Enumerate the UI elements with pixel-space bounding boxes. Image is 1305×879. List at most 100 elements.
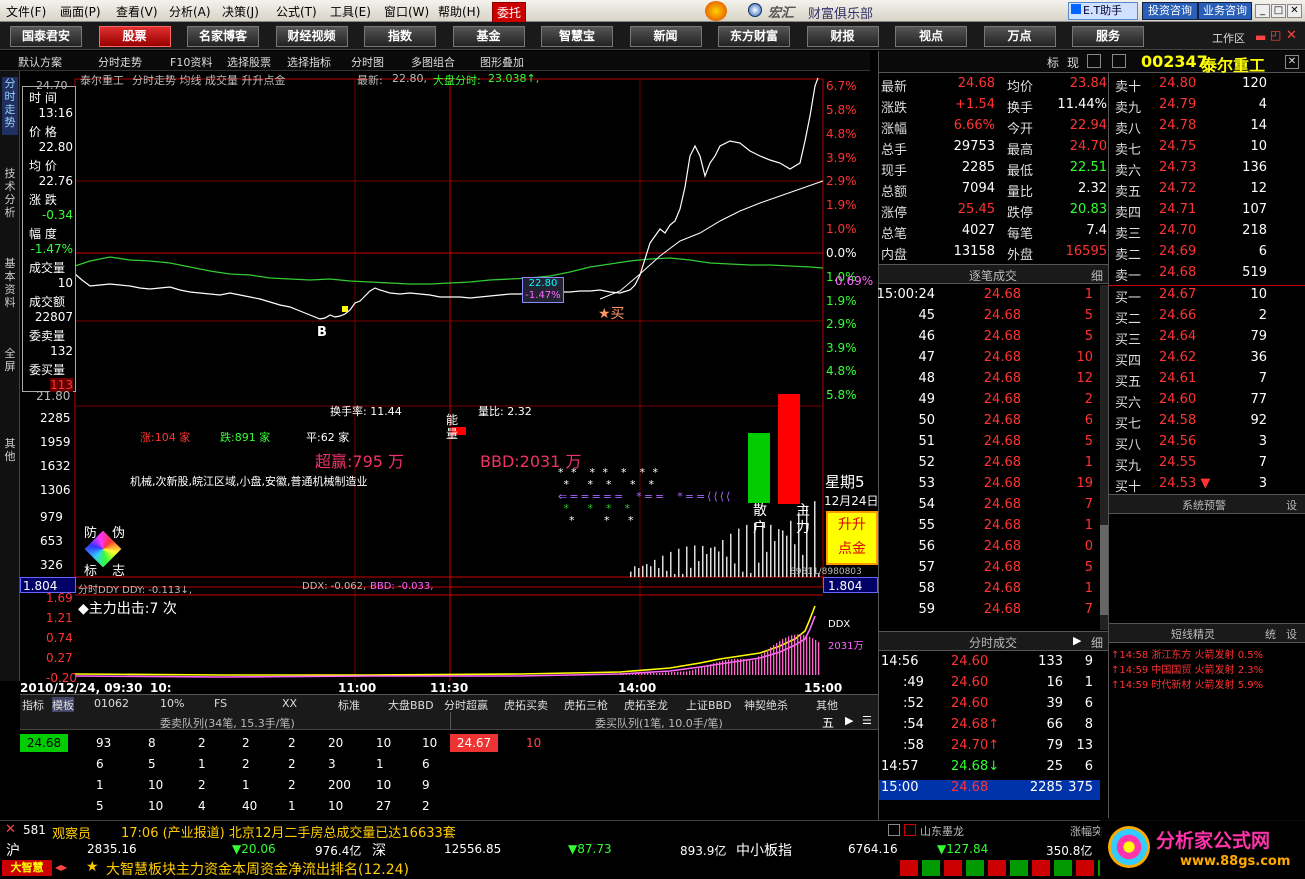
queue-menu-icon[interactable]: ☰ xyxy=(862,714,872,727)
toolbar-restore-icon[interactable]: ◰ xyxy=(1270,28,1281,42)
tab-fundamental[interactable]: 基本资料 xyxy=(2,257,18,315)
tick-time: 53 xyxy=(918,476,935,491)
news-toggle-1[interactable] xyxy=(888,824,900,836)
indicator-tab-5[interactable]: XX xyxy=(282,697,297,710)
menu-item-0[interactable]: 文件(F) xyxy=(6,3,46,20)
news-right-stock: 山东墨龙 xyxy=(920,825,964,838)
elf-stat-button[interactable]: 统 xyxy=(1265,626,1276,642)
indicator-tab-7[interactable]: 大盘BBD xyxy=(388,697,434,713)
time-tick-0: 2010/12/24, 09:30 xyxy=(20,681,143,695)
time-tick-3: 11:30 xyxy=(430,681,469,695)
quote-btn-1[interactable] xyxy=(1087,54,1101,68)
elf-item[interactable]: ↑14:59 中国国贸 火箭发射 2.3% xyxy=(1111,661,1263,676)
tab-other[interactable]: 其他 xyxy=(2,437,18,469)
toolbar-btn-2[interactable]: 名家博客 xyxy=(187,26,259,47)
tick-time: 56 xyxy=(918,539,935,554)
subbar-item-3[interactable]: 选择股票 xyxy=(227,54,271,70)
indicator-tab-6[interactable]: 标准 xyxy=(338,697,360,713)
indicator-tab-13[interactable]: 神契绝杀 xyxy=(744,697,788,713)
elf-item[interactable]: ↑14:58 浙江东方 火箭发射 0.5% xyxy=(1111,646,1263,661)
indicator-tab-2[interactable]: 01062 xyxy=(94,697,129,710)
toolbar-btn-0[interactable]: 国泰君安 xyxy=(10,26,82,47)
menu-item-2[interactable]: 查看(V) xyxy=(116,3,158,20)
tick-detail-button[interactable]: 细 xyxy=(1091,267,1103,284)
golden-button[interactable]: 升升 点金 xyxy=(826,511,878,565)
restore-icon[interactable]: □ xyxy=(1271,4,1286,18)
toolbar-close-icon[interactable]: ✕ xyxy=(1286,28,1297,43)
toolbar-btn-11[interactable]: 万点 xyxy=(983,26,1056,47)
queue-play-icon[interactable]: ▶ xyxy=(845,714,853,727)
time-tick-1: 10: xyxy=(150,681,172,695)
toolbar-btn-5[interactable]: 基金 xyxy=(452,26,525,47)
indicator-tab-8[interactable]: 分时超赢 xyxy=(444,697,488,713)
indicator-tab-9[interactable]: 虎拓买卖 xyxy=(504,697,548,713)
indicator-tab-11[interactable]: 虎拓圣龙 xyxy=(624,697,668,713)
quote-btn-2[interactable] xyxy=(1112,54,1126,68)
toolbar-btn-3[interactable]: 财经视频 xyxy=(275,26,348,47)
subbar-item-7[interactable]: 图形叠加 xyxy=(480,54,524,70)
menu-item-1[interactable]: 画面(P) xyxy=(60,3,101,20)
menu-item-3[interactable]: 分析(A) xyxy=(169,3,211,20)
subbar-item-5[interactable]: 分时图 xyxy=(351,54,384,70)
invest-consult-button[interactable]: 投资咨询 xyxy=(1142,2,1198,20)
toolbar-btn-10[interactable]: 视点 xyxy=(895,26,967,47)
indicator-tab-10[interactable]: 虎拓三枪 xyxy=(564,697,608,713)
toolbar-btn-12[interactable]: 服务 xyxy=(1072,26,1144,47)
tick-price: 24.68 xyxy=(983,434,1021,449)
subbar-item-6[interactable]: 多图组合 xyxy=(411,54,455,70)
toolbar-btn-9[interactable]: 财报 xyxy=(806,26,879,47)
indicator-tab-4[interactable]: FS xyxy=(214,697,227,710)
ticker-tag: 大智慧 xyxy=(2,860,52,876)
et-assistant-button[interactable]: E.T助手 xyxy=(1068,2,1138,20)
minimize-icon[interactable]: _ xyxy=(1255,4,1270,18)
indicator-tab-0[interactable]: 指标 xyxy=(22,697,44,713)
sell-queue-cell: 3 xyxy=(328,757,336,771)
tick-scrollbar[interactable] xyxy=(1100,285,1108,630)
quote-tab-biao[interactable]: 标 xyxy=(1047,54,1059,71)
queue-five-button[interactable]: 五 xyxy=(822,714,834,731)
subbar-item-1[interactable]: 分时走势 xyxy=(98,54,142,70)
menu-item-8[interactable]: 帮助(H) xyxy=(438,3,480,20)
news-toggle-2[interactable] xyxy=(904,824,916,836)
ddy-bar xyxy=(776,642,778,675)
minute-count: 1 xyxy=(1084,675,1093,690)
toolbar-btn-1[interactable]: 股票 xyxy=(98,26,171,47)
indicator-tab-1[interactable]: 模板 xyxy=(52,697,74,713)
quote-close-icon[interactable]: ✕ xyxy=(1285,55,1299,69)
toolbar-min-icon[interactable]: ▬ xyxy=(1255,30,1266,44)
menu-item-6[interactable]: 工具(E) xyxy=(330,3,371,20)
biz-consult-button[interactable]: 业务咨询 xyxy=(1198,2,1252,20)
minute-play-icon[interactable]: ▶ xyxy=(1073,634,1081,647)
elf-settings-button[interactable]: 设 xyxy=(1286,626,1297,642)
quote-tab-xian[interactable]: 现 xyxy=(1067,54,1079,71)
toolbar-btn-4[interactable]: 指数 xyxy=(364,26,436,47)
menu-item-5[interactable]: 公式(T) xyxy=(276,3,317,20)
subbar-item-0[interactable]: 默认方案 xyxy=(18,54,62,70)
ddy-bar xyxy=(809,636,811,675)
volume-bar xyxy=(746,524,748,577)
toolbar-btn-7[interactable]: 新闻 xyxy=(629,26,702,47)
close-icon[interactable]: ✕ xyxy=(1287,4,1302,18)
minute-vol: 39 xyxy=(1046,696,1063,711)
elf-item[interactable]: ↑14:59 时代新材 火箭发射 5.9% xyxy=(1111,676,1263,691)
intraday-chart-area[interactable]: 泰尔重工 分时走势 均线 成交量 升升点金 最新: 22.80, 大盘分时: 2… xyxy=(20,71,879,696)
tab-technical[interactable]: 技术分析 xyxy=(2,167,18,225)
subbar-item-2[interactable]: F10资料 xyxy=(170,54,212,70)
tick-time: 54 xyxy=(918,497,935,512)
toolbar-btn-6[interactable]: 智慧宝 xyxy=(541,26,613,47)
alert-settings-button[interactable]: 设 xyxy=(1286,497,1297,513)
indicator-tab-3[interactable]: 10% xyxy=(160,697,184,710)
subbar-item-4[interactable]: 选择指标 xyxy=(287,54,331,70)
toolbar-btn-8[interactable]: 东方财富 xyxy=(718,26,790,47)
news-headline[interactable]: 17:06 (产业报道) 北京12月二手房总成交量已达16633套 xyxy=(121,822,456,841)
indicator-tab-12[interactable]: 上证BBD xyxy=(686,697,732,713)
menu-entrust-button[interactable]: 委托 xyxy=(492,2,527,23)
menu-item-7[interactable]: 窗口(W) xyxy=(384,3,429,20)
tab-fullscreen[interactable]: 全屏 xyxy=(2,347,18,379)
ticker-text[interactable]: 大智慧板块主力资金本周资金净流出排名(12.24) xyxy=(106,859,409,879)
news-close-icon[interactable]: ✕ xyxy=(5,822,16,837)
menu-item-4[interactable]: 决策(J) xyxy=(222,3,259,20)
indicator-tab-14[interactable]: 其他 xyxy=(816,697,838,713)
tab-intraday[interactable]: 分时走势 xyxy=(2,77,18,135)
minute-detail-button[interactable]: 细 xyxy=(1091,634,1103,651)
